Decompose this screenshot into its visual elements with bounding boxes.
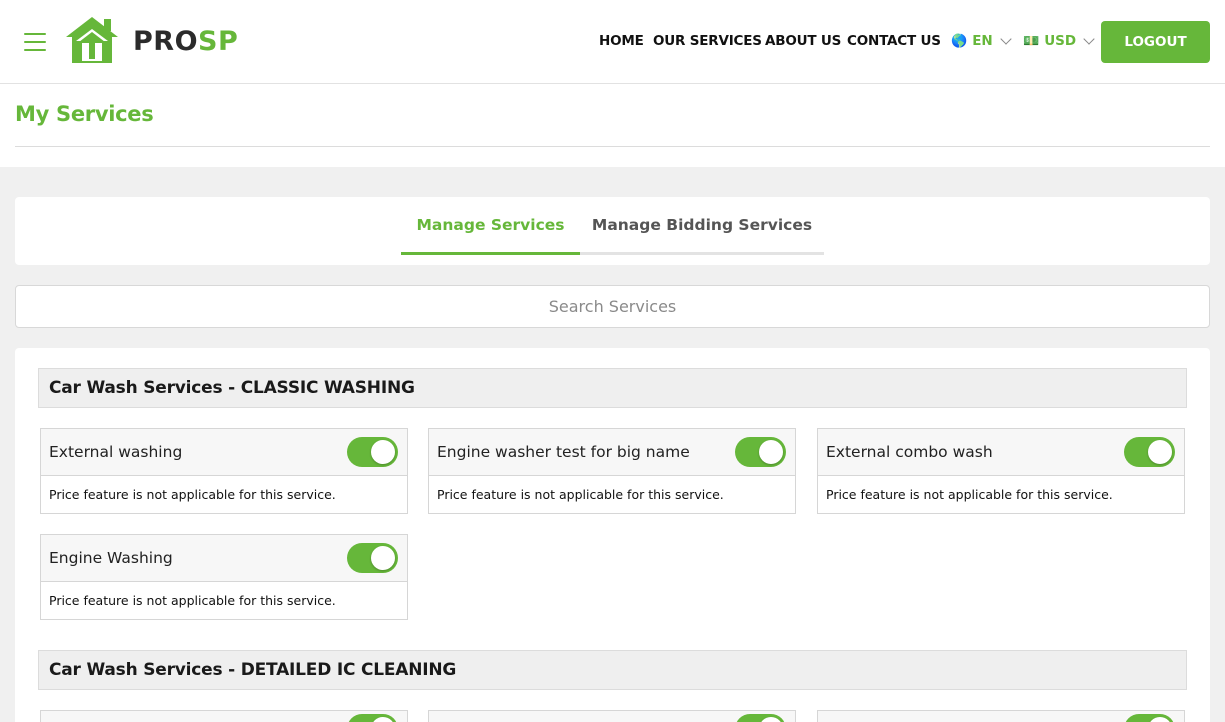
money-icon: 💵 [1023, 33, 1040, 49]
service-note: Price feature is not applicable for this… [49, 487, 336, 502]
service-name: External washing [49, 443, 183, 461]
divider [15, 146, 1210, 147]
service-toggle[interactable] [1124, 714, 1175, 722]
service-name: External combo wash [826, 443, 993, 461]
language-selector[interactable]: 🌎 EN [951, 31, 1012, 51]
service-note: Price feature is not applicable for this… [49, 593, 336, 608]
nav-contact-us[interactable]: CONTACT US [847, 31, 941, 51]
service-name: Engine Washing [49, 549, 173, 567]
service-card [40, 710, 408, 722]
service-toggle[interactable] [735, 437, 786, 467]
category-header: Car Wash Services - CLASSIC WASHING [38, 368, 1187, 408]
category-header: Car Wash Services - DETAILED IC CLEANING [38, 650, 1187, 690]
service-card: External combo wash Price feature is not… [817, 428, 1185, 514]
currency-code: USD [1044, 33, 1077, 49]
nav-about-us-label[interactable]: ABOUT US [765, 33, 841, 49]
service-toggle[interactable] [735, 714, 786, 722]
nav-contact-us-label[interactable]: CONTACT US [847, 33, 941, 49]
header: PROSP HOME OUR SERVICES ABOUT US CONTACT… [0, 0, 1225, 84]
menu-icon[interactable] [24, 33, 46, 51]
tabs-panel: Manage Services Manage Bidding Services [15, 197, 1210, 265]
service-note: Price feature is not applicable for this… [826, 487, 1113, 502]
nav-home-label[interactable]: HOME [599, 33, 644, 49]
search-input[interactable] [15, 285, 1210, 328]
tab-manage-services[interactable]: Manage Services [401, 197, 580, 255]
service-toggle[interactable] [1124, 437, 1175, 467]
nav-our-services-label[interactable]: OUR SERVICES [653, 33, 762, 49]
service-note: Price feature is not applicable for this… [437, 487, 724, 502]
service-toggle[interactable] [347, 714, 398, 722]
service-card: Engine washer test for big name Price fe… [428, 428, 796, 514]
service-card: External washing Price feature is not ap… [40, 428, 408, 514]
nav-about-us[interactable]: ABOUT US [765, 31, 841, 51]
logo[interactable]: PROSP [64, 15, 238, 65]
service-name: Engine washer test for big name [437, 443, 690, 461]
service-toggle[interactable] [347, 543, 398, 573]
logout-button[interactable]: LOGOUT [1101, 21, 1210, 63]
page-title: My Services [15, 102, 154, 126]
chevron-down-icon [1083, 33, 1095, 45]
nav-home[interactable]: HOME [599, 31, 644, 51]
currency-selector[interactable]: 💵 USD [1023, 31, 1095, 51]
title-band: My Services [0, 84, 1225, 167]
language-code: EN [972, 33, 993, 49]
service-toggle[interactable] [347, 437, 398, 467]
tab-manage-bidding-services[interactable]: Manage Bidding Services [580, 197, 824, 255]
globe-icon: 🌎 [951, 33, 968, 49]
nav-our-services[interactable]: OUR SERVICES [653, 31, 762, 51]
logo-text: PROSP [133, 25, 239, 57]
chevron-down-icon [1000, 33, 1012, 45]
service-card: Engine Washing Price feature is not appl… [40, 534, 408, 620]
service-card [428, 710, 796, 722]
service-card [817, 710, 1185, 722]
services-panel: Car Wash Services - CLASSIC WASHING Exte… [15, 348, 1210, 722]
house-logo-icon [66, 17, 118, 63]
